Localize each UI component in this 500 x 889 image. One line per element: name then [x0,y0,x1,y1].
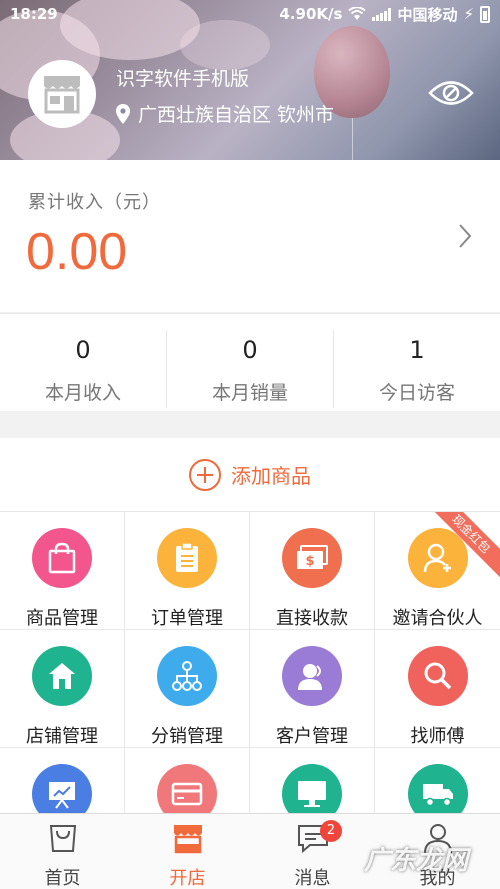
location-text: 广西壮族自治区 钦州市 [138,104,335,126]
add-product-label: 添加商品 [231,464,311,488]
grid-item-label: 订单管理 [151,608,223,629]
location-pin-icon [116,103,130,124]
stat-label: 本月收入 [44,382,121,404]
add-product-button[interactable]: 添加商品 [0,438,500,512]
shop-avatar[interactable] [28,60,96,128]
search-icon [407,646,468,706]
eye-icon[interactable] [428,78,474,108]
stat-value: 0 [75,336,91,364]
tab-label: 首页 [44,868,81,889]
grid-item-store-management[interactable]: 店铺管理 [0,630,125,748]
stat-value: 0 [242,336,258,364]
chevron-right-icon [459,224,472,248]
balloon-string [352,118,353,160]
grid-item-delivery[interactable] [375,748,500,817]
charging-icon: ⚡ [463,5,474,23]
shop-name[interactable]: 识字软件手机版 [116,64,249,91]
grid-item-direct-payment[interactable]: $ 直接收款 [250,512,375,630]
tab-open-store[interactable]: 开店 [125,814,250,889]
wifi-icon [348,7,367,20]
message-badge: 2 [320,820,342,842]
grid-item-order-management[interactable]: 订单管理 [125,512,250,630]
monitor-icon [282,764,342,817]
grid-item-find-master[interactable]: 找师傅 [375,630,500,748]
svg-text:$: $ [305,554,314,569]
grid-item-label: 邀请合伙人 [392,608,483,629]
battery-icon [480,5,490,23]
status-time: 18:29 [10,5,58,23]
tab-messages[interactable]: 消息 [250,814,375,889]
plus-circle-icon [189,458,221,491]
network-speed: 4.90K/s [279,5,343,23]
grid-item-customer-management[interactable]: 客户管理 [250,630,375,748]
shop-location[interactable]: 广西壮族自治区 钦州市 [116,100,334,127]
grid-item-invite-partner[interactable]: 邀请合伙人 现金红包 [375,512,500,630]
stat-value: 1 [409,336,425,364]
income-card[interactable]: 累计收入（元） 0.00 [0,160,500,312]
house-icon [32,646,92,706]
grid-item-label: 直接收款 [276,608,348,629]
stat-label: 今日访客 [378,382,455,404]
carrier-name: 中国移动 [397,5,458,24]
grid-item-label: 找师傅 [410,726,465,747]
order-list-icon [157,528,217,588]
card-icon [157,764,217,817]
stat-label: 本月销量 [211,382,288,404]
income-label: 累计收入（元） [28,192,161,213]
signal-icon [372,7,392,21]
tab-label: 消息 [294,868,331,889]
customer-icon [282,646,342,706]
add-person-icon [407,528,468,588]
grid-item-label: 分销管理 [151,726,223,747]
grid-item-label: 店铺管理 [26,726,98,747]
stat-month-sales[interactable]: 0 本月销量 [167,330,334,408]
grid-item-distribution-management[interactable]: 分销管理 [125,630,250,748]
grid-item-presentation[interactable] [0,748,125,817]
tab-home[interactable]: 首页 [0,814,125,889]
shop-header: 18:29 4.90K/s 中国移动 ⚡ 识字软件手机版 广西壮族自治区 钦州市 [0,0,500,160]
shopping-bag-icon [32,528,92,588]
grid-item-label: 客户管理 [276,726,348,747]
bag-outline-icon [49,825,76,852]
tab-label: 开店 [169,868,206,889]
status-bar: 18:29 4.90K/s 中国移动 ⚡ [0,0,500,28]
watermark: 广东龙网 [364,846,469,876]
presentation-icon [32,764,92,817]
grid-item-label: 商品管理 [26,608,98,629]
stat-today-visitors[interactable]: 1 今日访客 [334,330,500,408]
grid-item-product-management[interactable]: 商品管理 [0,512,125,630]
store-icon [173,825,202,854]
income-amount: 0.00 [26,223,128,281]
grid-item-card[interactable] [125,748,250,817]
stats-row: 0 本月收入 0 本月销量 1 今日访客 [0,313,500,411]
grid-item-monitor[interactable] [250,748,375,817]
stat-month-income[interactable]: 0 本月收入 [0,330,167,408]
truck-icon [407,764,468,817]
cash-icon: $ [282,528,342,588]
shop-storefront-icon [44,76,80,114]
hierarchy-icon [157,646,217,706]
function-grid: 商品管理 订单管理 $ 直接收款 邀请合伙人 现金红包 店铺管理 分销管理 客户… [0,512,500,817]
